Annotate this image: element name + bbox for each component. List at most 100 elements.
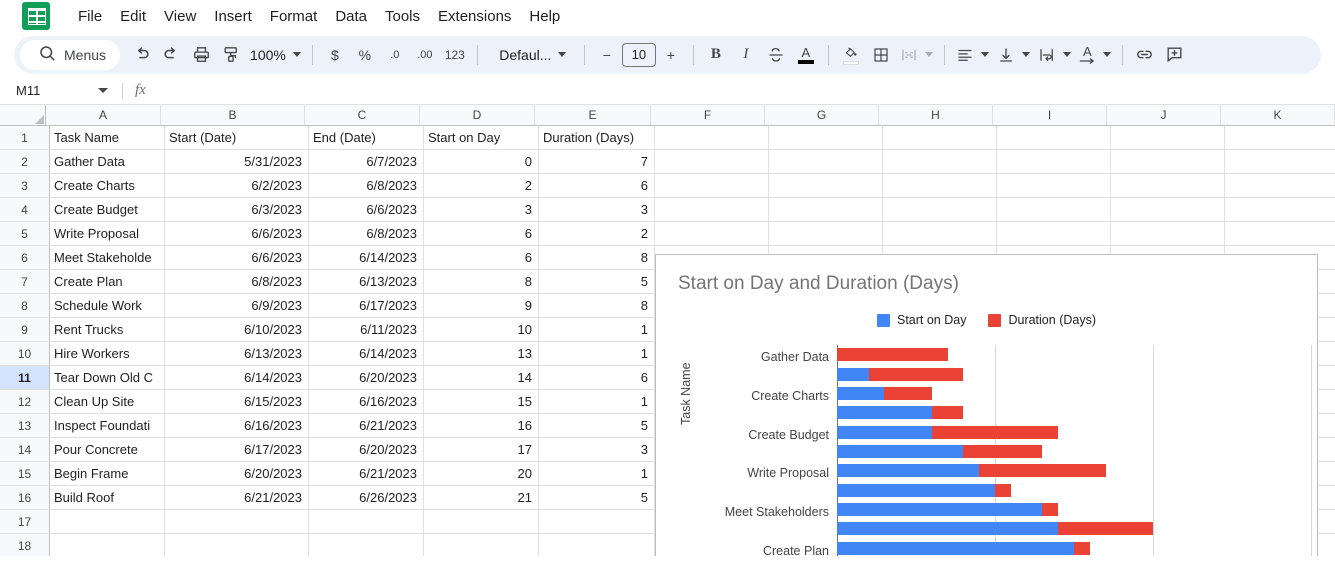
column-header-h[interactable]: H	[879, 105, 993, 125]
cell-A5[interactable]: Write Proposal	[50, 222, 165, 246]
cell-C15[interactable]: 6/21/2023	[309, 462, 424, 486]
cell-A14[interactable]: Pour Concrete	[50, 438, 165, 462]
chart-bar-group[interactable]: Clean Up Site	[837, 541, 1090, 555]
chart-bar-group[interactable]: Gather Data	[761, 348, 948, 364]
cell-D9[interactable]: 10	[424, 318, 539, 342]
chart-bar-segment[interactable]	[837, 464, 980, 478]
cell-I3[interactable]	[997, 174, 1111, 198]
cell-A16[interactable]: Build Roof	[50, 486, 165, 510]
cell-G1[interactable]	[769, 126, 883, 150]
menu-format[interactable]: Format	[261, 5, 327, 28]
chart-bar-group[interactable]: Create Charts	[751, 367, 964, 403]
cell-A4[interactable]: Create Budget	[50, 198, 165, 222]
row-header-6[interactable]: 6	[0, 246, 50, 270]
cell-C6[interactable]: 6/14/2023	[309, 246, 424, 270]
chart-bar-segment[interactable]	[931, 406, 964, 420]
cell-A12[interactable]: Clean Up Site	[50, 390, 165, 414]
cell-A8[interactable]: Schedule Work	[50, 294, 165, 318]
horizontal-align-button[interactable]	[952, 40, 993, 70]
chart-bar-group[interactable]: Create Budget	[748, 386, 932, 441]
cell-B13[interactable]: 6/16/2023	[165, 414, 309, 438]
cell-D17[interactable]	[424, 510, 539, 534]
search-menus-button[interactable]: Menus	[20, 39, 121, 70]
column-header-d[interactable]: D	[420, 105, 535, 125]
row-header-1[interactable]: 1	[0, 126, 50, 150]
cell-B7[interactable]: 6/8/2023	[165, 270, 309, 294]
italic-button[interactable]: I	[731, 40, 761, 70]
cell-I1[interactable]	[997, 126, 1111, 150]
cell-A11[interactable]: Tear Down Old C	[50, 366, 165, 390]
chart-bar-segment[interactable]	[837, 425, 932, 439]
menu-help[interactable]: Help	[520, 5, 569, 28]
row-header-13[interactable]: 13	[0, 414, 50, 438]
cell-H3[interactable]	[883, 174, 997, 198]
paint-format-button[interactable]	[216, 40, 246, 70]
cell-K2[interactable]	[1225, 150, 1335, 174]
cell-I4[interactable]	[997, 198, 1111, 222]
cell-H2[interactable]	[883, 150, 997, 174]
chart-bar-segment[interactable]	[837, 502, 1043, 516]
chart-bar-group[interactable]: Create Plan	[763, 444, 1043, 556]
cell-D13[interactable]: 16	[424, 414, 539, 438]
row-header-2[interactable]: 2	[0, 150, 50, 174]
cell-C10[interactable]: 6/14/2023	[309, 342, 424, 366]
cell-C2[interactable]: 6/7/2023	[309, 150, 424, 174]
chart-bar-group[interactable]: Schedule Work	[837, 464, 1106, 478]
chart-bar-group[interactable]: Meet Stakeholders	[725, 425, 1059, 519]
cell-C8[interactable]: 6/17/2023	[309, 294, 424, 318]
column-header-i[interactable]: I	[993, 105, 1107, 125]
row-header-7[interactable]: 7	[0, 270, 50, 294]
cell-E5[interactable]: 2	[539, 222, 655, 246]
cell-A3[interactable]: Create Charts	[50, 174, 165, 198]
row-header-18[interactable]: 18	[0, 534, 50, 556]
cell-E3[interactable]: 6	[539, 174, 655, 198]
row-header-5[interactable]: 5	[0, 222, 50, 246]
chart-bar-segment[interactable]	[837, 406, 932, 420]
column-header-e[interactable]: E	[535, 105, 651, 125]
cell-E12[interactable]: 1	[539, 390, 655, 414]
cell-C12[interactable]: 6/16/2023	[309, 390, 424, 414]
cell-G5[interactable]	[769, 222, 883, 246]
cell-D8[interactable]: 9	[424, 294, 539, 318]
menu-view[interactable]: View	[155, 5, 205, 28]
cell-C7[interactable]: 6/13/2023	[309, 270, 424, 294]
cell-K3[interactable]	[1225, 174, 1335, 198]
chart-bar-segment[interactable]	[931, 425, 1059, 439]
select-all-corner[interactable]	[0, 105, 46, 125]
cell-G4[interactable]	[769, 198, 883, 222]
row-header-12[interactable]: 12	[0, 390, 50, 414]
column-header-j[interactable]: J	[1107, 105, 1221, 125]
decrease-font-size-button[interactable]: −	[592, 40, 622, 70]
text-rotation-button[interactable]: A	[1075, 40, 1115, 70]
cell-J1[interactable]	[1111, 126, 1225, 150]
chart-bar-segment[interactable]	[979, 464, 1106, 478]
cell-A9[interactable]: Rent Trucks	[50, 318, 165, 342]
cell-K4[interactable]	[1225, 198, 1335, 222]
cell-B9[interactable]: 6/10/2023	[165, 318, 309, 342]
menu-edit[interactable]: Edit	[111, 5, 155, 28]
row-header-4[interactable]: 4	[0, 198, 50, 222]
chart-bar-segment[interactable]	[884, 386, 932, 400]
cell-B2[interactable]: 5/31/2023	[165, 150, 309, 174]
cell-A10[interactable]: Hire Workers	[50, 342, 165, 366]
embedded-chart[interactable]: Start on Day and Duration (Days) Start o…	[655, 254, 1318, 556]
cell-C3[interactable]: 6/8/2023	[309, 174, 424, 198]
cell-A13[interactable]: Inspect Foundati	[50, 414, 165, 438]
vertical-align-button[interactable]	[993, 40, 1034, 70]
cell-F3[interactable]	[655, 174, 769, 198]
cell-K1[interactable]	[1225, 126, 1335, 150]
cell-E4[interactable]: 3	[539, 198, 655, 222]
chart-bar-segment[interactable]	[837, 348, 948, 362]
cell-E8[interactable]: 8	[539, 294, 655, 318]
cell-E1[interactable]: Duration (Days)	[539, 126, 655, 150]
cell-D11[interactable]: 14	[424, 366, 539, 390]
cell-I2[interactable]	[997, 150, 1111, 174]
row-header-15[interactable]: 15	[0, 462, 50, 486]
text-color-button[interactable]: A	[791, 40, 821, 70]
cell-I5[interactable]	[997, 222, 1111, 246]
name-box[interactable]: M11	[0, 77, 122, 104]
fill-color-button[interactable]	[836, 40, 866, 70]
chart-bar-segment[interactable]	[837, 386, 885, 400]
cell-D4[interactable]: 3	[424, 198, 539, 222]
chart-bar-group[interactable]: Hire Workers	[837, 502, 1059, 516]
